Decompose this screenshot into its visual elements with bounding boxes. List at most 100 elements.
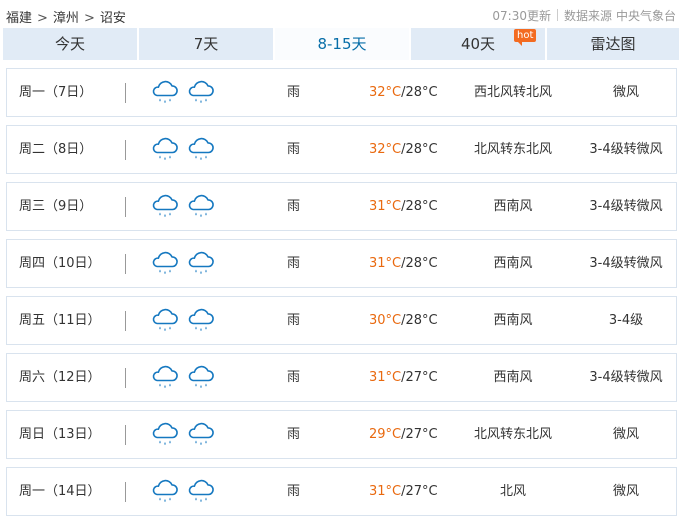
wind-level: 3-4级转微风 bbox=[589, 370, 663, 385]
tab-today[interactable]: 今天 bbox=[3, 28, 137, 60]
breadcrumb-province[interactable]: 福建 bbox=[6, 11, 32, 26]
weather-text: 雨 bbox=[287, 85, 301, 100]
wind-direction: 北风转东北风 bbox=[473, 142, 552, 157]
forecast-day: 周四（10日） bbox=[19, 256, 101, 271]
row-divider bbox=[125, 140, 126, 160]
forecast-day: 周六（12日） bbox=[19, 370, 101, 385]
forecast-tabs: 今天 7天 8-15天 40天 hot 雷达图 bbox=[3, 28, 679, 60]
meta-divider bbox=[556, 9, 558, 21]
forecast-row[interactable]: 周一（14日） 雨 31°C/27°C 北风 微风 bbox=[6, 467, 677, 516]
rain-cloud-icon bbox=[152, 308, 178, 331]
tab-label: 8-15天 bbox=[317, 35, 367, 53]
rain-cloud-icon bbox=[188, 308, 214, 331]
breadcrumb-city[interactable]: 漳州 bbox=[53, 11, 79, 26]
rain-cloud-icon bbox=[152, 365, 178, 388]
hot-badge: hot bbox=[514, 29, 537, 46]
breadcrumb-county[interactable]: 诏安 bbox=[100, 11, 126, 26]
weather-text: 雨 bbox=[287, 484, 301, 499]
rain-cloud-icon bbox=[188, 194, 214, 217]
temperature: 32°C/28°C bbox=[369, 126, 438, 173]
forecast-day: 周一（14日） bbox=[19, 484, 101, 499]
update-meta: 07:30更新 数据来源 中央气象台 bbox=[492, 7, 676, 24]
wind-direction: 西南风 bbox=[493, 256, 533, 271]
forecast-row[interactable]: 周六（12日） 雨 31°C/27°C 西南风 3-4级转微风 bbox=[6, 353, 677, 402]
rain-cloud-icon bbox=[152, 137, 178, 160]
high-temp: 31°C bbox=[369, 484, 402, 499]
rain-cloud-icon bbox=[152, 80, 178, 103]
rain-cloud-icon bbox=[152, 194, 178, 217]
tab-40-days[interactable]: 40天 hot bbox=[411, 28, 545, 60]
forecast-row[interactable]: 周五（11日） 雨 30°C/28°C 西南风 3-4级 bbox=[6, 296, 677, 345]
high-temp: 31°C bbox=[369, 370, 402, 385]
wind-level: 3-4级转微风 bbox=[589, 256, 663, 271]
wind-level: 3-4级转微风 bbox=[589, 199, 663, 214]
wind-direction: 西南风 bbox=[493, 370, 533, 385]
row-divider bbox=[125, 425, 126, 445]
tab-8-15-days[interactable]: 8-15天 bbox=[275, 28, 409, 60]
top-bar: 福建 > 漳州 > 诏安 07:30更新 数据来源 中央气象台 bbox=[0, 0, 682, 30]
wind-direction: 西北风转北风 bbox=[473, 85, 552, 100]
breadcrumb-separator: > bbox=[37, 11, 48, 26]
row-divider bbox=[125, 197, 126, 217]
tab-7-days[interactable]: 7天 bbox=[139, 28, 273, 60]
forecast-list: 周一（7日） 雨 32°C/28°C 西北风转北风 微风 周二（8日） 雨 32… bbox=[6, 68, 677, 524]
weather-icons bbox=[150, 478, 222, 506]
breadcrumb: 福建 > 漳州 > 诏安 bbox=[6, 7, 126, 26]
low-temp: /28°C bbox=[401, 85, 438, 100]
row-divider bbox=[125, 482, 126, 502]
forecast-row[interactable]: 周一（7日） 雨 32°C/28°C 西北风转北风 微风 bbox=[6, 68, 677, 117]
wind-level: 3-4级转微风 bbox=[589, 142, 663, 157]
update-time: 07:30更新 bbox=[492, 9, 551, 23]
weather-icons bbox=[150, 193, 222, 221]
forecast-row[interactable]: 周日（13日） 雨 29°C/27°C 北风转东北风 微风 bbox=[6, 410, 677, 459]
high-temp: 29°C bbox=[369, 427, 402, 442]
low-temp: /27°C bbox=[401, 484, 438, 499]
weather-icons bbox=[150, 421, 222, 449]
temperature: 29°C/27°C bbox=[369, 411, 438, 458]
tab-label: 7天 bbox=[193, 35, 219, 53]
weather-text: 雨 bbox=[287, 370, 301, 385]
breadcrumb-separator: > bbox=[83, 11, 95, 26]
rain-cloud-icon bbox=[188, 251, 214, 274]
wind-level: 微风 bbox=[612, 484, 639, 499]
wind-level: 微风 bbox=[612, 85, 639, 100]
low-temp: /28°C bbox=[401, 313, 438, 328]
wind-direction: 北风转东北风 bbox=[473, 427, 552, 442]
weather-text: 雨 bbox=[287, 256, 301, 271]
low-temp: /27°C bbox=[401, 427, 438, 442]
weather-icons bbox=[150, 307, 222, 335]
rain-cloud-icon bbox=[188, 479, 214, 502]
weather-text: 雨 bbox=[287, 199, 301, 214]
rain-cloud-icon bbox=[188, 80, 214, 103]
rain-cloud-icon bbox=[152, 251, 178, 274]
weather-icons bbox=[150, 79, 222, 107]
rain-cloud-icon bbox=[188, 137, 214, 160]
data-source-link[interactable]: 中央气象台 bbox=[616, 9, 676, 23]
forecast-day: 周二（8日） bbox=[19, 142, 93, 157]
wind-direction: 西南风 bbox=[493, 199, 533, 214]
forecast-day: 周一（7日） bbox=[19, 85, 93, 100]
high-temp: 30°C bbox=[369, 313, 402, 328]
weather-icons bbox=[150, 364, 222, 392]
tab-label: 40天 bbox=[460, 35, 496, 53]
temperature: 31°C/27°C bbox=[369, 468, 438, 515]
wind-level: 微风 bbox=[612, 427, 639, 442]
forecast-day: 周三（9日） bbox=[19, 199, 93, 214]
tab-label: 雷达图 bbox=[590, 35, 636, 53]
low-temp: /28°C bbox=[401, 256, 438, 271]
weather-icons bbox=[150, 250, 222, 278]
rain-cloud-icon bbox=[188, 365, 214, 388]
forecast-day: 周日（13日） bbox=[19, 427, 101, 442]
forecast-day: 周五（11日） bbox=[19, 313, 101, 328]
weather-icons bbox=[150, 136, 222, 164]
tab-label: 今天 bbox=[54, 35, 85, 53]
data-source-label: 数据来源 bbox=[563, 9, 612, 23]
forecast-row[interactable]: 周三（9日） 雨 31°C/28°C 西南风 3-4级转微风 bbox=[6, 182, 677, 231]
rain-cloud-icon bbox=[188, 422, 214, 445]
rain-cloud-icon bbox=[152, 479, 178, 502]
forecast-row[interactable]: 周二（8日） 雨 32°C/28°C 北风转东北风 3-4级转微风 bbox=[6, 125, 677, 174]
rain-cloud-icon bbox=[152, 422, 178, 445]
tab-radar[interactable]: 雷达图 bbox=[547, 28, 679, 60]
wind-direction: 北风 bbox=[499, 484, 526, 499]
forecast-row[interactable]: 周四（10日） 雨 31°C/28°C 西南风 3-4级转微风 bbox=[6, 239, 677, 288]
